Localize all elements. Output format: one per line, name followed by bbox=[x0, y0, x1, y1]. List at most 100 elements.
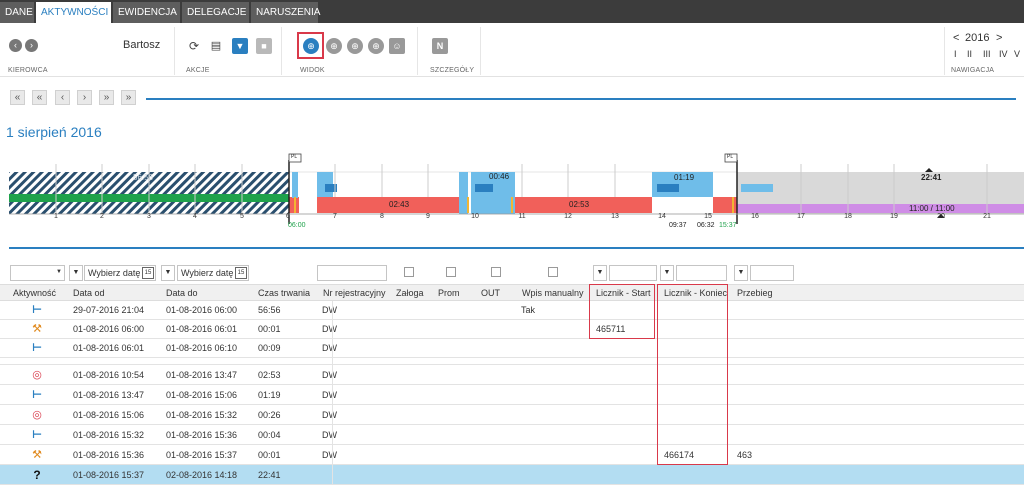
work-tick bbox=[511, 197, 513, 213]
date-to-operator[interactable]: ▼ bbox=[161, 265, 175, 281]
hour-tick: 17 bbox=[797, 213, 805, 220]
hammers-icon: ⚒ bbox=[32, 449, 42, 461]
group-label-nawigacja: NAWIGACJA bbox=[951, 67, 995, 74]
cell-data-do: 01-08-2016 15:06 bbox=[166, 390, 238, 400]
prev-driver-icon[interactable]: ‹ bbox=[9, 39, 22, 52]
activity-timeline[interactable]: 1 2 3 4 5 6 7 8 9 10 11 12 13 14 15 16 1… bbox=[9, 152, 1024, 234]
cell-reg: DW bbox=[322, 343, 337, 353]
year-label: 2016 bbox=[965, 32, 990, 44]
mileage-filter[interactable] bbox=[750, 265, 794, 281]
col-out[interactable]: OUT bbox=[481, 288, 500, 298]
quarter-5[interactable]: V bbox=[1014, 49, 1020, 59]
cell-reg: DW bbox=[322, 430, 337, 440]
col-wpis-manualny[interactable]: Wpis manualny bbox=[522, 288, 584, 298]
tab-ewidencja[interactable]: EWIDENCJA bbox=[113, 2, 181, 23]
nav-prev-fast-button[interactable]: « bbox=[32, 90, 47, 105]
col-przebieg[interactable]: Przebieg bbox=[737, 288, 773, 298]
quarter-1[interactable]: I bbox=[954, 49, 957, 59]
hour-tick: 10 bbox=[471, 213, 479, 220]
table-row[interactable]: ⊢ 01-08-2016 06:01 01-08-2016 06:10 00:0… bbox=[0, 339, 1024, 358]
refresh-icon[interactable]: ⟳ bbox=[186, 38, 202, 54]
cell-reg: DW bbox=[322, 370, 337, 380]
reg-number-filter[interactable] bbox=[317, 265, 387, 281]
cell-przebieg: 463 bbox=[737, 450, 753, 460]
mileage-operator[interactable]: ▼ bbox=[734, 265, 748, 281]
start-counter-operator[interactable]: ▼ bbox=[593, 265, 607, 281]
col-prom[interactable]: Prom bbox=[438, 288, 460, 298]
table-row-selected[interactable]: ? 01-08-2016 15:37 02-08-2016 14:18 22:4… bbox=[0, 465, 1024, 485]
unknown-rest-bar bbox=[741, 184, 773, 192]
tab-delegacje[interactable]: DELEGACJE bbox=[182, 2, 250, 23]
manual-filter-checkbox[interactable] bbox=[548, 267, 558, 277]
drive-sum-time: 06:32 bbox=[697, 222, 715, 229]
table-row[interactable]: ⚒ 01-08-2016 15:36 01-08-2016 15:37 00:0… bbox=[0, 445, 1024, 465]
cell-data-od: 01-08-2016 13:47 bbox=[73, 390, 145, 400]
cell-data-od: 01-08-2016 15:06 bbox=[73, 410, 145, 420]
end-counter-filter[interactable] bbox=[676, 265, 727, 281]
ribbon-separator bbox=[944, 27, 945, 75]
start-counter-filter[interactable] bbox=[609, 265, 657, 281]
nav-last-button[interactable]: » bbox=[121, 90, 136, 105]
tab-aktywnosci[interactable]: AKTYWNOŚCI bbox=[36, 2, 112, 23]
tab-dane[interactable]: DANE bbox=[0, 2, 35, 23]
table-row[interactable]: ◎ 01-08-2016 10:54 01-08-2016 13:47 02:5… bbox=[0, 365, 1024, 385]
calendar-icon[interactable]: 15 bbox=[142, 267, 154, 279]
col-aktywnosc[interactable]: Aktywność bbox=[13, 288, 56, 298]
cell-czas: 00:04 bbox=[258, 430, 281, 440]
zoom-month-icon[interactable]: ⊕ bbox=[347, 38, 363, 54]
cell-data-od: 01-08-2016 06:00 bbox=[73, 324, 145, 334]
date-from-picker[interactable]: Wybierz datę 15 bbox=[84, 265, 156, 281]
table-row[interactable]: ⊢ 29-07-2016 21:04 01-08-2016 06:00 56:5… bbox=[0, 301, 1024, 320]
page-title: 1 sierpień 2016 bbox=[6, 124, 102, 140]
table-row[interactable]: ⚒ 01-08-2016 06:00 01-08-2016 06:01 00:0… bbox=[0, 320, 1024, 339]
table-row[interactable]: ⊢ 01-08-2016 13:47 01-08-2016 15:06 01:1… bbox=[0, 385, 1024, 405]
quarter-4[interactable]: IV bbox=[999, 49, 1008, 59]
nav-next-button[interactable]: › bbox=[77, 90, 92, 105]
rest-duration-label: 01:19 bbox=[674, 173, 695, 182]
cell-czas: 00:01 bbox=[258, 324, 281, 334]
quarter-3[interactable]: III bbox=[983, 49, 991, 59]
col-zaloga[interactable]: Załoga bbox=[396, 288, 424, 298]
next-driver-icon[interactable]: › bbox=[25, 39, 38, 52]
group-label-kierowca: KIEROWCA bbox=[8, 67, 48, 74]
hour-tick: 21 bbox=[983, 213, 991, 220]
hammers-icon: ⚒ bbox=[32, 323, 42, 335]
nav-next-fast-button[interactable]: » bbox=[99, 90, 114, 105]
hour-tick: 2 bbox=[100, 213, 104, 220]
ribbon-separator bbox=[281, 27, 282, 75]
prom-filter-checkbox[interactable] bbox=[446, 267, 456, 277]
work-tick bbox=[294, 197, 296, 213]
quarter-2[interactable]: II bbox=[967, 49, 972, 59]
date-to-picker[interactable]: Wybierz datę 15 bbox=[177, 265, 249, 281]
hour-tick: 16 bbox=[751, 213, 759, 220]
column-separator bbox=[332, 301, 333, 485]
print-icon[interactable]: ▤ bbox=[208, 38, 224, 54]
rest-duration-label: 56:56 bbox=[133, 173, 154, 182]
end-counter-operator[interactable]: ▼ bbox=[660, 265, 674, 281]
col-data-od[interactable]: Data od bbox=[73, 288, 105, 298]
zoom-fit-icon[interactable]: ⊕ bbox=[368, 38, 384, 54]
nav-prev-button[interactable]: ‹ bbox=[55, 90, 70, 105]
col-nr-rejestracyjny[interactable]: Nr rejestracyjny bbox=[323, 288, 386, 298]
out-filter-checkbox[interactable] bbox=[491, 267, 501, 277]
date-from-operator[interactable]: ▼ bbox=[69, 265, 83, 281]
col-czas-trwania[interactable]: Czas trwania bbox=[258, 288, 310, 298]
year-prev-button[interactable]: < bbox=[953, 32, 959, 44]
zoom-week-icon[interactable]: ⊕ bbox=[326, 38, 342, 54]
save-icon[interactable]: ■ bbox=[256, 38, 272, 54]
gap bbox=[299, 197, 317, 213]
calendar-icon[interactable]: 15 bbox=[235, 267, 247, 279]
tab-naruszenia[interactable]: NARUSZENIA bbox=[251, 2, 320, 23]
nav-first-button[interactable]: « bbox=[10, 90, 25, 105]
zaloga-filter-checkbox[interactable] bbox=[404, 267, 414, 277]
table-row[interactable]: ◎ 01-08-2016 15:06 01-08-2016 15:32 00:2… bbox=[0, 405, 1024, 425]
rest-block bbox=[459, 172, 468, 214]
zoom-day-icon[interactable]: ⊕ bbox=[303, 38, 319, 54]
year-next-button[interactable]: > bbox=[996, 32, 1002, 44]
filter-icon[interactable]: ▼ bbox=[232, 38, 248, 54]
table-row[interactable]: ⊢ 01-08-2016 15:32 01-08-2016 15:36 00:0… bbox=[0, 425, 1024, 445]
details-icon[interactable]: N bbox=[432, 38, 448, 54]
col-data-do[interactable]: Data do bbox=[166, 288, 198, 298]
crew-icon[interactable]: ☺ bbox=[389, 38, 405, 54]
activity-filter[interactable]: ▼ bbox=[10, 265, 65, 281]
